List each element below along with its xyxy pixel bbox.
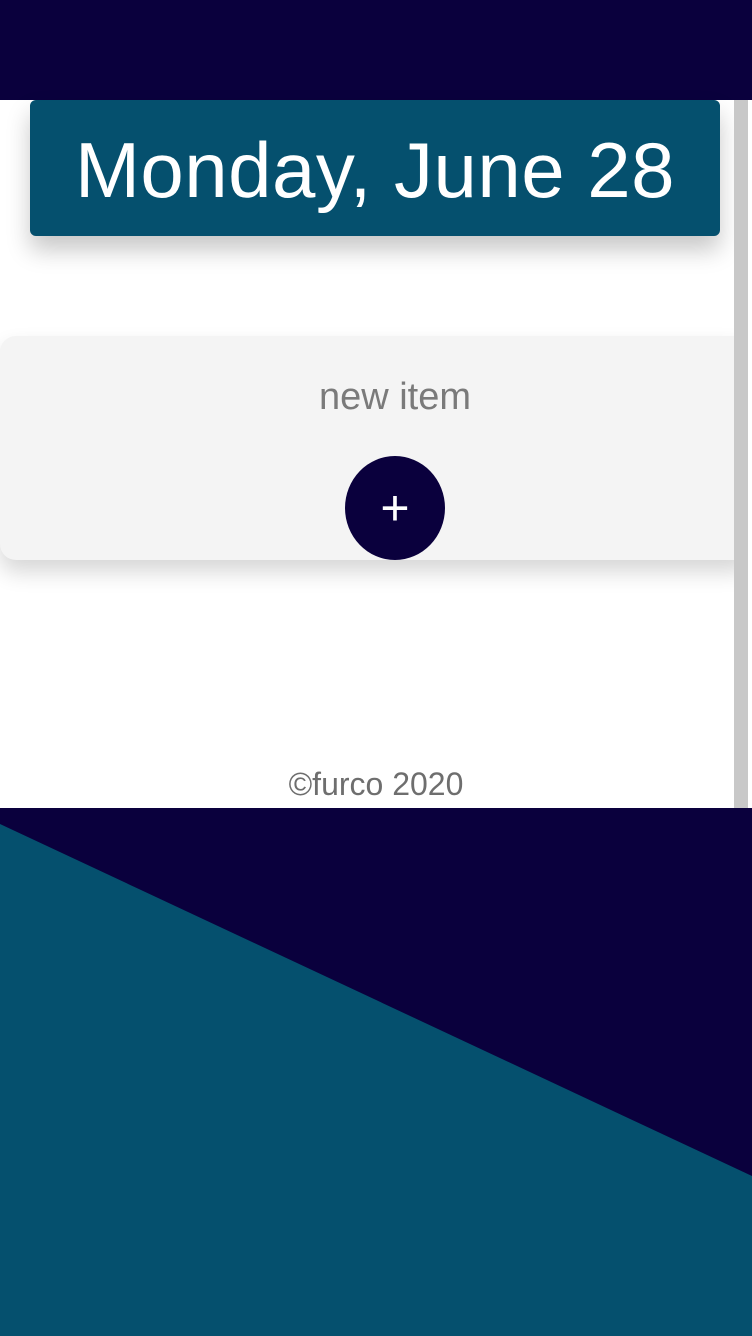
footer-copyright: ©furco 2020 [288,766,464,802]
add-item-button[interactable]: + [345,456,445,560]
date-title: Monday, June 28 [74,126,676,214]
background-diagonal [0,824,752,1336]
date-banner: Monday, June 28 [30,100,720,236]
top-bar [0,0,752,100]
scrollbar[interactable] [734,100,752,808]
page-content: Monday, June 28 new item + ©furco 2020 [0,100,750,808]
plus-icon: + [380,480,410,536]
new-item-card: new item + [0,336,750,560]
new-item-label: new item [318,376,472,418]
scrollbar-thumb[interactable] [734,100,748,808]
